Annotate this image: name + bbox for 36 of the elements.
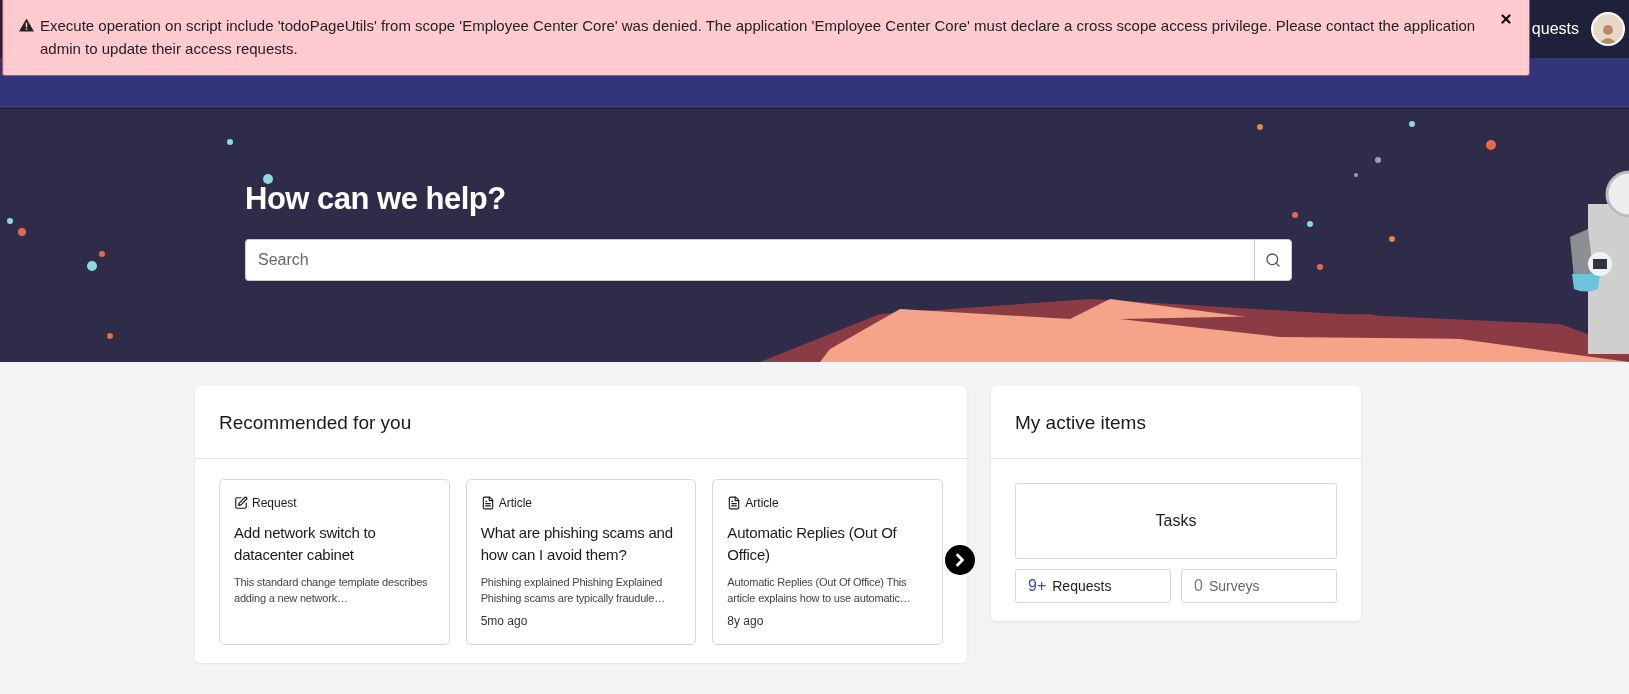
counter-button[interactable]: 0 Surveys [1181,569,1337,603]
card-age: 8y ago [727,614,765,628]
recommendation-card[interactable]: Request Add network switch to datacenter cabinet This standard change template describes adding a new network… [219,479,450,645]
nav-link[interactable]: quests [1531,20,1579,38]
next-button[interactable] [945,545,975,575]
card-title[interactable]: Add network switch to datacenter cabinet [234,522,437,566]
counter-label: Surveys [1208,578,1260,594]
close-icon [1499,12,1513,26]
panel-title: Recommended for you [195,386,967,459]
recommendation-card[interactable]: Article Automatic Replies (Out Of Office) Automatic Replies (Out Of Office) This article explains how to use automatic… 8y ago [712,479,943,645]
card-title[interactable]: Automatic Replies (Out Of Office) [727,522,930,566]
search-icon [1265,252,1281,268]
hero-title: How can we help? [245,181,507,217]
card-description: Phishing explained Phishing Explained Phishing scams are typically fraudule… [480,575,667,606]
card-age: 5mo ago [480,614,529,628]
card-description: Automatic Replies (Out Of Office) This article explains how to use automatic… [727,575,912,606]
warning-icon [19,18,34,32]
item-type: Article [745,496,779,510]
search-field[interactable]: Search [245,239,1254,281]
counter-label: Requests [1052,578,1112,594]
item-type: Request [252,496,297,510]
recommendation-card[interactable]: Article What are phishing scams and how can I avoid them? Phishing explained Phishing Explained Phishing scams are typically fraudule… 5mo ago [465,479,697,645]
card-title[interactable]: What are phishing scams and how can I avoid them? [480,522,684,566]
document-icon [727,496,742,510]
edit-icon [234,496,248,510]
panel-title: My active items [991,386,1361,459]
card-description: This standard change template describes adding a new network… [234,575,429,606]
search-button[interactable] [1254,239,1292,281]
counter-button[interactable]: 9+ Requests [1015,569,1171,603]
user-avatar[interactable] [1591,12,1625,46]
item-type: Article [498,496,532,510]
tasks-button[interactable]: Tasks [1015,483,1337,559]
alert-message: Execute operation on script include 'todoPageUtils' from scope 'Employee Center Core' was denied. The application 'Employee Center Core' must declare a cross scope access privilege. Please contact the application admin to update their access requests. [40,16,1477,59]
document-icon [480,496,495,510]
count: 9+ [1028,577,1047,595]
count: 0 [1194,577,1203,595]
